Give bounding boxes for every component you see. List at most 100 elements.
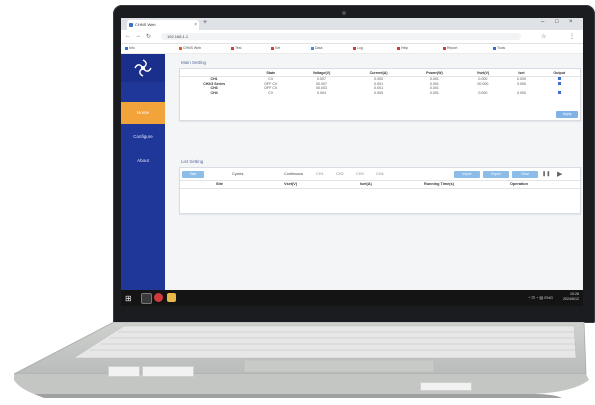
column-header: Iset(A) — [360, 182, 372, 186]
column-header: Output — [538, 69, 580, 77]
table-row: CH4 CV 0.004 0.000 0.001 0.000 0.000 — [180, 90, 580, 96]
bookmark-label: Help — [401, 46, 409, 50]
bookmark-label: Data — [315, 46, 323, 50]
system-tray-icons[interactable]: ^ ⊡ ◔ ▤ ENG — [528, 295, 553, 300]
sticker — [108, 366, 140, 377]
channel-option[interactable]: CH4 — [376, 172, 384, 176]
windows-start-icon[interactable]: ⊞ — [125, 294, 132, 303]
list-setting-title: List Setting — [181, 159, 204, 164]
bookmarks-bar: Info CHNS Web Test Set Data Log Help Rep… — [121, 44, 583, 54]
taskbar: ⊞ ^ ⊡ ◔ ▤ ENG 10:26 2024/6/12 — [121, 290, 583, 306]
current-cell: 0.000 — [374, 90, 384, 95]
column-header: Vset(V) — [461, 69, 505, 77]
maximize-icon[interactable]: □ — [555, 19, 559, 25]
checkbox-icon — [557, 81, 561, 85]
bookmark-item[interactable]: Help — [397, 46, 408, 50]
bookmark-item[interactable]: Report — [443, 46, 458, 50]
minimize-icon[interactable]: – — [541, 19, 544, 25]
close-window-icon[interactable]: × — [569, 19, 573, 25]
state-cell: CV — [268, 90, 274, 95]
column-header: Vset(V) — [284, 182, 298, 186]
file-explorer-icon[interactable] — [167, 293, 176, 302]
column-header: Current(A) — [349, 69, 408, 77]
bookmark-star-icon[interactable]: ☆ — [541, 33, 546, 40]
menu-dots-icon[interactable]: ⋮ — [569, 33, 575, 40]
column-header: Running Time(s) — [424, 182, 454, 186]
column-header — [180, 69, 249, 77]
vset-input[interactable]: 0.000 — [461, 91, 504, 96]
bookmark-label: Set — [275, 46, 281, 50]
close-tab-icon[interactable]: × — [194, 20, 197, 30]
bookmark-label: Test — [235, 46, 242, 50]
column-header: Voltage(V) — [293, 69, 350, 77]
channel-name: CH4 — [210, 90, 218, 95]
main-setting-card: State Voltage(V) Current(A) Power(W) Vse… — [179, 68, 581, 121]
bookmark-item[interactable]: Log — [353, 46, 363, 50]
app-window: Home Configure About Main Setting State … — [121, 54, 583, 306]
checkbox-icon — [557, 90, 561, 94]
sidebar: Home Configure About — [121, 54, 165, 290]
favicon-icon — [129, 23, 133, 27]
laptop-base — [14, 322, 589, 402]
address-bar[interactable]: 192.168.1.1 — [161, 33, 521, 40]
output-checkbox[interactable] — [539, 90, 580, 96]
search-icon[interactable] — [141, 293, 152, 304]
continuous-label: Continuous — [284, 172, 304, 176]
bookmark-item[interactable]: Tools — [493, 46, 505, 50]
logo-icon — [134, 59, 152, 77]
table-header-row: State Voltage(V) Current(A) Power(W) Vse… — [180, 69, 580, 77]
sidebar-item-configure[interactable]: Configure — [121, 126, 165, 148]
cycles-label: Cycles — [232, 172, 244, 176]
start-button[interactable]: Start — [182, 170, 204, 178]
new-tab-icon[interactable]: + — [203, 19, 207, 26]
checkbox-icon — [557, 77, 561, 81]
apply-button[interactable]: Apply — [556, 111, 578, 118]
column-header: Power(W) — [407, 69, 462, 77]
browser-tabstrip: CHNS Web × + – □ × — [121, 18, 583, 30]
webcam — [342, 11, 346, 15]
clear-button[interactable]: Clear — [512, 170, 538, 178]
bookmark-item[interactable]: CHNS Web — [179, 46, 201, 50]
bookmark-label: Log — [357, 46, 363, 50]
channel-option[interactable]: CH1 — [316, 172, 324, 176]
bookmark-label: CHNS Web — [183, 46, 202, 50]
power-cell: 0.001 — [429, 90, 439, 95]
browser-toolbar: ← → ↻ 192.168.1.1 ☆ ⋮ — [121, 30, 583, 44]
sticker — [142, 366, 194, 377]
bookmark-item[interactable]: Data — [311, 46, 322, 50]
clock-date: 2024/6/12 — [563, 297, 579, 301]
iset-input[interactable]: 0.000 — [504, 91, 538, 96]
play-icon[interactable]: ▶ — [557, 170, 562, 178]
bookmark-label: Info — [129, 46, 135, 50]
bookmark-label: Report — [447, 46, 458, 50]
export-button[interactable]: Export — [483, 170, 509, 178]
channel-option[interactable]: CH2 — [336, 172, 344, 176]
bookmark-label: Tools — [497, 46, 506, 50]
browser-tab-title: CHNS Web — [135, 22, 156, 27]
column-header: Site — [216, 182, 223, 186]
forward-icon[interactable]: → — [135, 33, 141, 39]
back-icon[interactable]: ← — [125, 33, 131, 39]
clock[interactable]: 10:26 2024/6/12 — [563, 292, 579, 302]
import-button[interactable]: Import — [454, 170, 480, 178]
sidebar-item-home[interactable]: Home — [121, 102, 165, 124]
channel-option[interactable]: CH3 — [356, 172, 364, 176]
main-setting-table: State Voltage(V) Current(A) Power(W) Vse… — [180, 69, 580, 95]
bookmark-item[interactable]: Test — [231, 46, 241, 50]
pause-icon[interactable]: ❚❚ — [542, 171, 550, 177]
list-setting-card: Start Cycles Continuous CH1 CH2 CH3 CH4 … — [179, 167, 581, 214]
column-header: State — [248, 69, 294, 77]
voltage-cell: 0.004 — [317, 90, 327, 95]
browser-app-icon[interactable] — [154, 293, 163, 302]
list-table-header: Site Vset(V) Iset(A) Running Time(s) Ope… — [180, 180, 580, 189]
sticker — [420, 382, 472, 391]
laptop-screen: CHNS Web × + – □ × ← → ↻ 192.168.1.1 ☆ ⋮… — [121, 18, 583, 306]
column-header: Operation — [510, 182, 528, 186]
sidebar-item-about[interactable]: About — [121, 150, 165, 172]
reload-icon[interactable]: ↻ — [146, 33, 151, 40]
bookmark-item[interactable]: Set — [271, 46, 280, 50]
bookmark-item[interactable]: Info — [125, 46, 135, 50]
column-header: Iset — [504, 69, 539, 77]
browser-tab[interactable]: CHNS Web × — [127, 20, 199, 30]
main-content: Main Setting State Voltage(V) Current(A)… — [171, 54, 581, 290]
